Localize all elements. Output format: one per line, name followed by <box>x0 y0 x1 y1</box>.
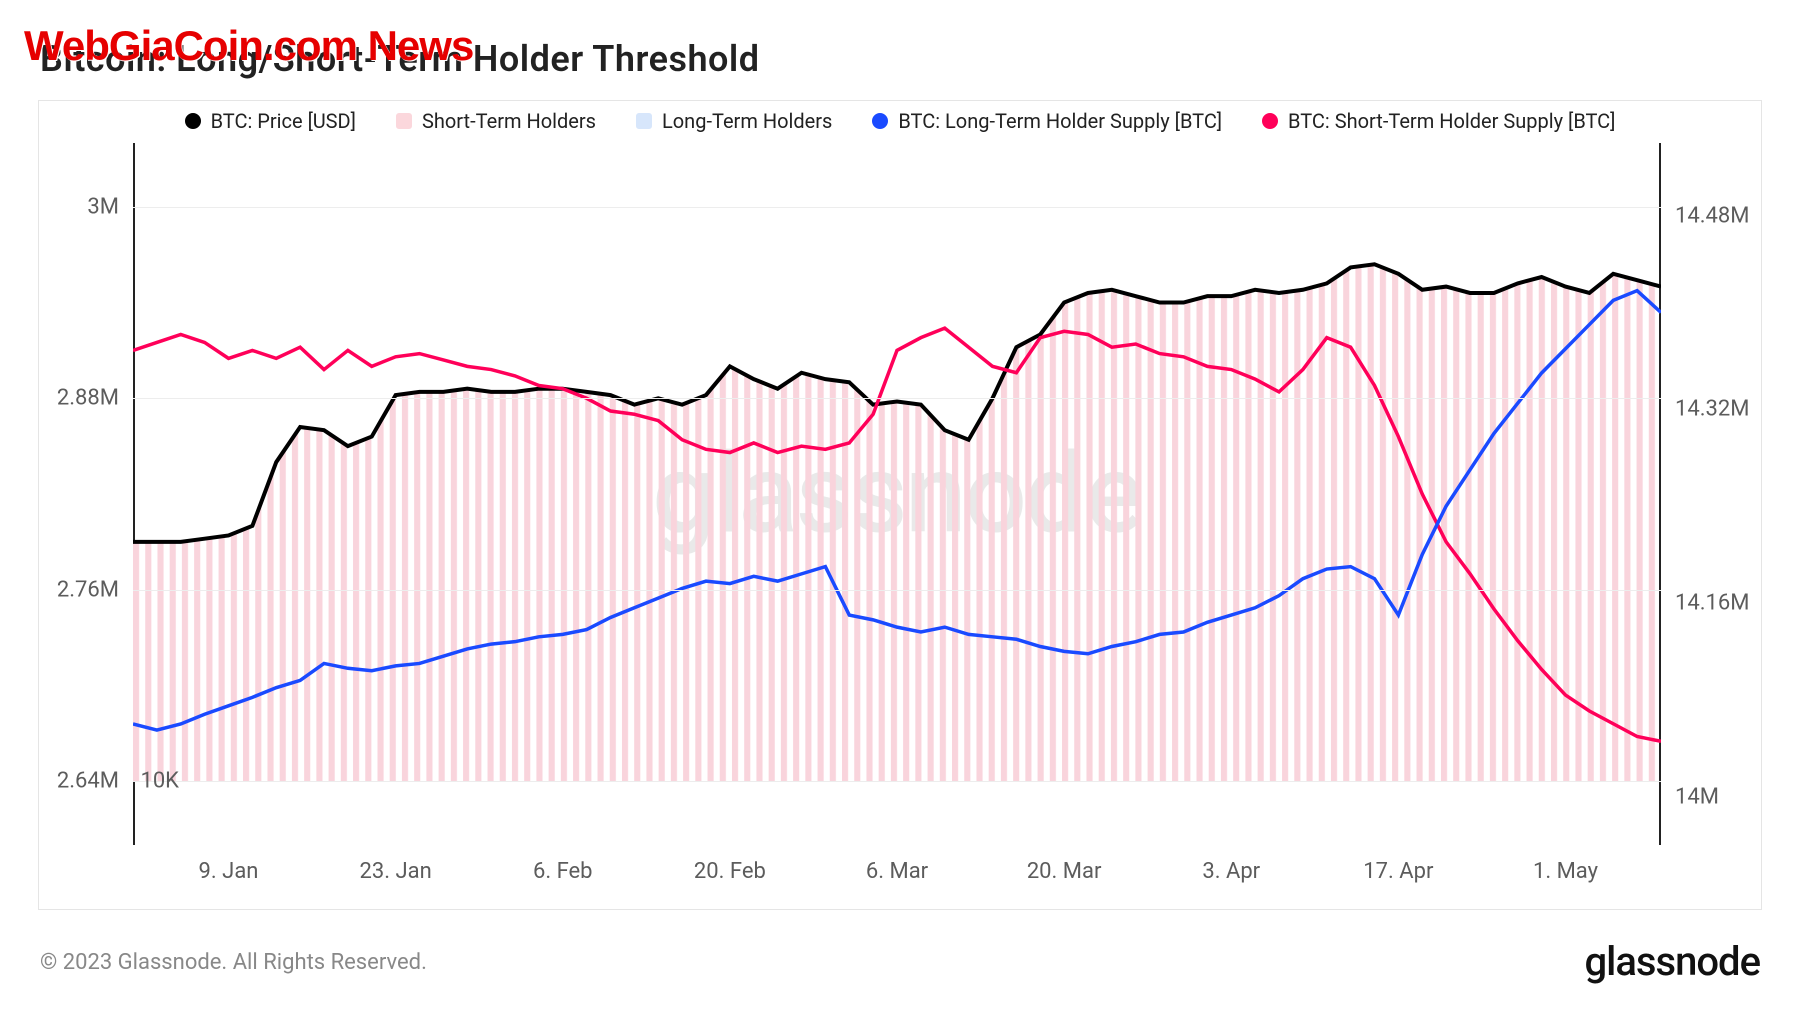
x-tick-label: 23. Jan <box>360 845 432 884</box>
legend-item: Long-Term Holders <box>636 109 832 133</box>
legend-label: Long-Term Holders <box>662 109 832 133</box>
gridline-horizontal <box>133 590 1661 591</box>
legend-marker <box>396 113 412 129</box>
watermark-top-overlay: WebGiaCoin.com News <box>24 22 473 70</box>
x-tick-label: 3. Apr <box>1202 845 1260 884</box>
legend-item: BTC: Price [USD] <box>185 109 356 133</box>
y-left-tick-label: 2.76M <box>57 577 133 602</box>
footer-copyright: © 2023 Glassnode. All Rights Reserved. <box>40 950 427 975</box>
x-tick-label: 20. Feb <box>694 845 766 884</box>
x-tick-label: 20. Mar <box>1027 845 1102 884</box>
legend-marker <box>636 113 652 129</box>
legend-item: Short-Term Holders <box>396 109 596 133</box>
legend-label: Short-Term Holders <box>422 109 596 133</box>
x-tick-label: 1. May <box>1533 845 1598 884</box>
chart-svg <box>133 143 1661 845</box>
y-left2-tick-label: 10K <box>140 769 193 794</box>
price-area <box>133 264 1661 781</box>
y-right-tick-label: 14.32M <box>1661 397 1749 422</box>
y-right-tick-label: 14.16M <box>1661 590 1749 615</box>
y-right-tick-label: 14.48M <box>1661 203 1749 228</box>
y-left-tick-label: 2.64M <box>57 769 133 794</box>
legend-item: BTC: Long-Term Holder Supply [BTC] <box>872 109 1222 133</box>
y-right-tick-label: 14M <box>1661 784 1719 809</box>
chart-frame: BTC: Price [USD] Short-Term Holders Long-T… <box>38 100 1762 910</box>
x-tick-label: 9. Jan <box>199 845 259 884</box>
gridline-horizontal <box>133 781 1661 782</box>
x-tick-label: 17. Apr <box>1363 845 1433 884</box>
legend-item: BTC: Short-Term Holder Supply [BTC] <box>1262 109 1615 133</box>
legend-marker <box>1262 113 1278 129</box>
chart-plot-area: glassnode 3M2.88M2.76M2.64M10K14.48M14.3… <box>133 143 1661 845</box>
legend-label: BTC: Long-Term Holder Supply [BTC] <box>898 109 1222 133</box>
legend-label: BTC: Price [USD] <box>211 109 356 133</box>
x-tick-label: 6. Feb <box>533 845 593 884</box>
legend-label: BTC: Short-Term Holder Supply [BTC] <box>1288 109 1615 133</box>
legend-marker <box>872 113 888 129</box>
gridline-horizontal <box>133 398 1661 399</box>
chart-legend: BTC: Price [USD] Short-Term Holders Long-T… <box>39 109 1761 133</box>
x-tick-label: 6. Mar <box>866 845 928 884</box>
legend-marker <box>185 113 201 129</box>
y-left-tick-label: 2.88M <box>57 386 133 411</box>
gridline-horizontal <box>133 207 1661 208</box>
footer-brand-logo: glassnode <box>1584 938 1760 985</box>
y-left-tick-label: 3M <box>87 194 133 219</box>
